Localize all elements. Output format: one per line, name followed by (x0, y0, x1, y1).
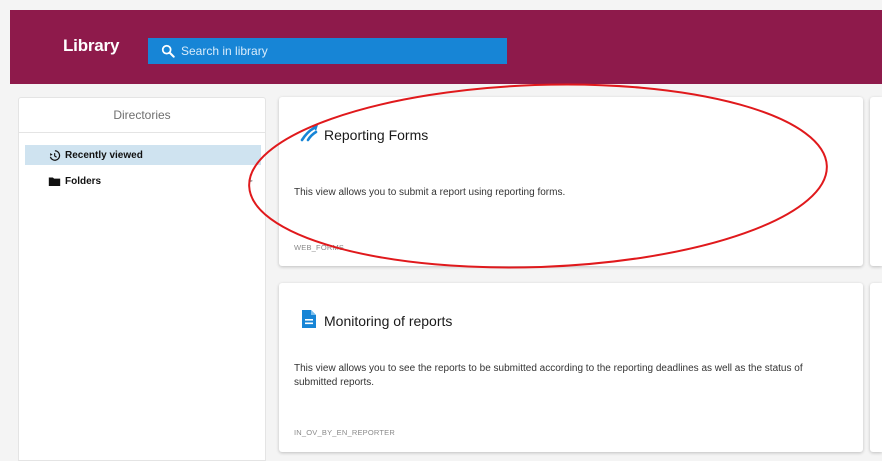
view-card-partial[interactable] (870, 97, 882, 266)
directories-panel: Directories Recently viewed Folders ▸ (18, 97, 266, 461)
top-header-bar: Library (10, 10, 882, 84)
library-title[interactable]: Library (63, 36, 119, 56)
view-card-monitoring-of-reports[interactable]: Monitoring of reports This view allows y… (279, 283, 863, 452)
sidebar-item-recently-viewed[interactable]: Recently viewed (25, 145, 261, 165)
view-description: This view allows you to see the reports … (294, 363, 803, 388)
view-title[interactable]: Monitoring of reports (324, 313, 452, 329)
document-icon (302, 310, 316, 328)
chevron-right-icon[interactable]: ▸ (249, 176, 253, 185)
search-bar[interactable] (148, 38, 507, 64)
view-code: IN_OV_BY_EN_REPORTER (294, 428, 395, 437)
sidebar-item-label: Recently viewed (65, 149, 143, 161)
view-code: WEB_FORMS (294, 243, 345, 252)
search-icon (161, 44, 175, 58)
sidebar-item-label: Folders (65, 175, 102, 187)
search-input[interactable] (181, 44, 501, 58)
directories-title: Directories (19, 98, 265, 133)
view-card-partial[interactable] (870, 283, 882, 452)
view-description: This view allows you to submit a report … (294, 187, 566, 198)
folder-icon (48, 176, 61, 186)
reporting-forms-icon (300, 125, 318, 142)
view-title[interactable]: Reporting Forms (324, 127, 428, 143)
history-icon (49, 149, 61, 161)
sidebar-item-folders[interactable]: Folders ▸ (25, 171, 261, 191)
view-card-reporting-forms[interactable]: Reporting Forms This view allows you to … (279, 97, 863, 266)
